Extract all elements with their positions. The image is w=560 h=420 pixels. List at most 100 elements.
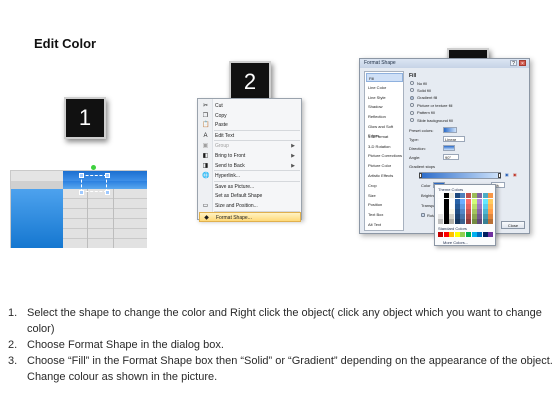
standard-color-swatch[interactable] [466, 232, 471, 237]
category-3-d-rotation[interactable]: 3-D Rotation [366, 142, 403, 151]
category-crop[interactable]: Crop [366, 181, 403, 190]
selection-handle[interactable] [79, 190, 84, 195]
standard-color-swatch[interactable] [443, 232, 449, 237]
category-line-color[interactable]: Line Color [366, 83, 403, 92]
rotate-with-shape-checkbox[interactable] [421, 213, 425, 217]
color-swatch[interactable] [454, 193, 460, 198]
gradient-stop[interactable] [419, 173, 422, 178]
category-line-style[interactable]: Line Style [366, 93, 403, 102]
standard-color-swatch[interactable] [488, 232, 494, 237]
direction-dropdown[interactable] [443, 145, 455, 151]
fill-option-label[interactable]: Picture or texture fill [417, 103, 452, 108]
color-swatch[interactable] [460, 193, 466, 198]
category-reflection[interactable]: Reflection [366, 112, 403, 121]
standard-color-swatch[interactable] [449, 232, 455, 237]
menu-item-label: Paste [215, 122, 228, 129]
menu-item-edit-text[interactable]: A Edit Text [199, 131, 301, 141]
close-icon[interactable]: × [519, 60, 526, 67]
category-alt-text[interactable]: Alt Text [366, 220, 403, 229]
fill-option-label[interactable]: Solid fill [417, 88, 431, 93]
category-3-d-format[interactable]: 3-D Format [366, 132, 403, 141]
fill-option-label[interactable]: Gradient fill [417, 95, 437, 100]
category-shadow[interactable]: Shadow [366, 102, 403, 111]
fill-option-radio[interactable] [410, 118, 414, 122]
color-swatch[interactable] [482, 193, 488, 198]
table-cell[interactable] [11, 171, 63, 181]
table-cell[interactable] [63, 189, 147, 248]
standard-color-swatch[interactable] [460, 232, 466, 237]
color-swatch[interactable] [477, 219, 483, 224]
menu-item-set-as-default-shape[interactable]: Set as Default Shape [199, 191, 301, 201]
category-size[interactable]: Size [366, 191, 403, 200]
menu-item-cut[interactable]: ✂ Cut [199, 101, 301, 111]
standard-color-swatch[interactable] [438, 232, 443, 237]
fill-option-label[interactable]: No fill [417, 81, 427, 86]
menu-item-format-shape[interactable]: ◆ Format Shape... [199, 211, 301, 222]
color-swatch[interactable] [488, 219, 494, 224]
category-picture-color[interactable]: Picture Color [366, 161, 403, 170]
menu-item-paste[interactable]: 📋 Paste [199, 120, 301, 130]
color-swatch[interactable] [488, 193, 494, 198]
color-swatch[interactable] [449, 219, 455, 224]
menu-item-bring-to-front[interactable]: ◧ Bring to Front ▶ [199, 151, 301, 161]
menu-item-hyperlink[interactable]: 🌐 Hyperlink... [199, 171, 301, 181]
standard-color-swatch[interactable] [471, 232, 477, 237]
category-position[interactable]: Position [366, 200, 403, 209]
color-swatch[interactable] [454, 219, 460, 224]
color-swatch[interactable] [438, 219, 443, 224]
table-graphic[interactable] [10, 165, 147, 248]
bring-front-icon: ◧ [202, 153, 209, 159]
menu-item-group[interactable]: ▣ Group ▶ [199, 141, 301, 151]
menu-item-save-as-picture[interactable]: Save as Picture... [199, 182, 301, 192]
close-button[interactable]: Close [501, 221, 525, 229]
add-stop-icon[interactable]: ▣ [505, 172, 509, 177]
color-swatch[interactable] [477, 193, 483, 198]
color-swatch[interactable] [482, 219, 488, 224]
size-position-icon: ▭ [202, 203, 209, 209]
menu-item-send-to-back[interactable]: ◨ Send to Back ▶ [199, 161, 301, 171]
fill-option-label[interactable]: Slide background fill [417, 118, 453, 123]
type-dropdown[interactable]: Linear [443, 136, 465, 142]
category-artistic-effects[interactable]: Artistic Effects [366, 171, 403, 180]
standard-color-swatch[interactable] [482, 232, 488, 237]
fill-option-radio[interactable] [410, 81, 414, 85]
fill-option-radio[interactable] [410, 110, 414, 115]
gradient-stops-bar[interactable] [419, 172, 501, 179]
category-text-box[interactable]: Text Box [366, 210, 403, 219]
color-swatch[interactable] [443, 193, 449, 198]
color-swatch[interactable] [443, 219, 449, 224]
angle-input[interactable]: 90° [443, 154, 459, 160]
category-picture-corrections[interactable]: Picture Corrections [366, 151, 403, 160]
help-button[interactable]: ? [510, 60, 517, 67]
more-colors-link[interactable]: More Colors... [443, 240, 468, 245]
category-glow-and-soft-edges[interactable]: Glow and Soft Edges [366, 122, 403, 138]
gradient-stop[interactable] [498, 173, 501, 178]
selection-handle[interactable] [79, 173, 84, 178]
fill-option-label[interactable]: Pattern fill [417, 110, 435, 115]
standard-color-swatch[interactable] [477, 232, 483, 237]
color-swatch[interactable] [466, 193, 471, 198]
table-cell[interactable] [11, 189, 63, 248]
menu-item-size-and-position[interactable]: ▭ Size and Position... [199, 201, 301, 211]
color-swatch[interactable] [438, 193, 443, 198]
menu-item-copy[interactable]: ❐ Copy [199, 111, 301, 121]
remove-stop-icon[interactable]: ▣ [513, 172, 517, 177]
selection-handle[interactable] [105, 190, 110, 195]
preset-colors-dropdown[interactable] [443, 127, 457, 133]
color-swatch[interactable] [449, 193, 455, 198]
selection-handle[interactable] [105, 173, 110, 178]
fill-option-radio[interactable] [410, 88, 414, 93]
rotation-handle[interactable] [91, 165, 96, 170]
color-swatch[interactable] [460, 219, 466, 224]
category-list: Fill Line Color Line Style Shadow Reflection… [364, 71, 404, 231]
fill-option-radio[interactable] [410, 103, 414, 108]
color-swatch[interactable] [466, 219, 471, 224]
color-swatch[interactable] [471, 193, 477, 198]
selection-box[interactable] [81, 175, 107, 192]
standard-color-swatch[interactable] [454, 232, 460, 237]
table-cell[interactable] [11, 181, 63, 189]
category-fill[interactable]: Fill [366, 73, 403, 82]
fill-option-radio[interactable] [410, 95, 414, 100]
send-back-icon: ◨ [202, 162, 209, 169]
color-swatch[interactable] [471, 219, 477, 224]
